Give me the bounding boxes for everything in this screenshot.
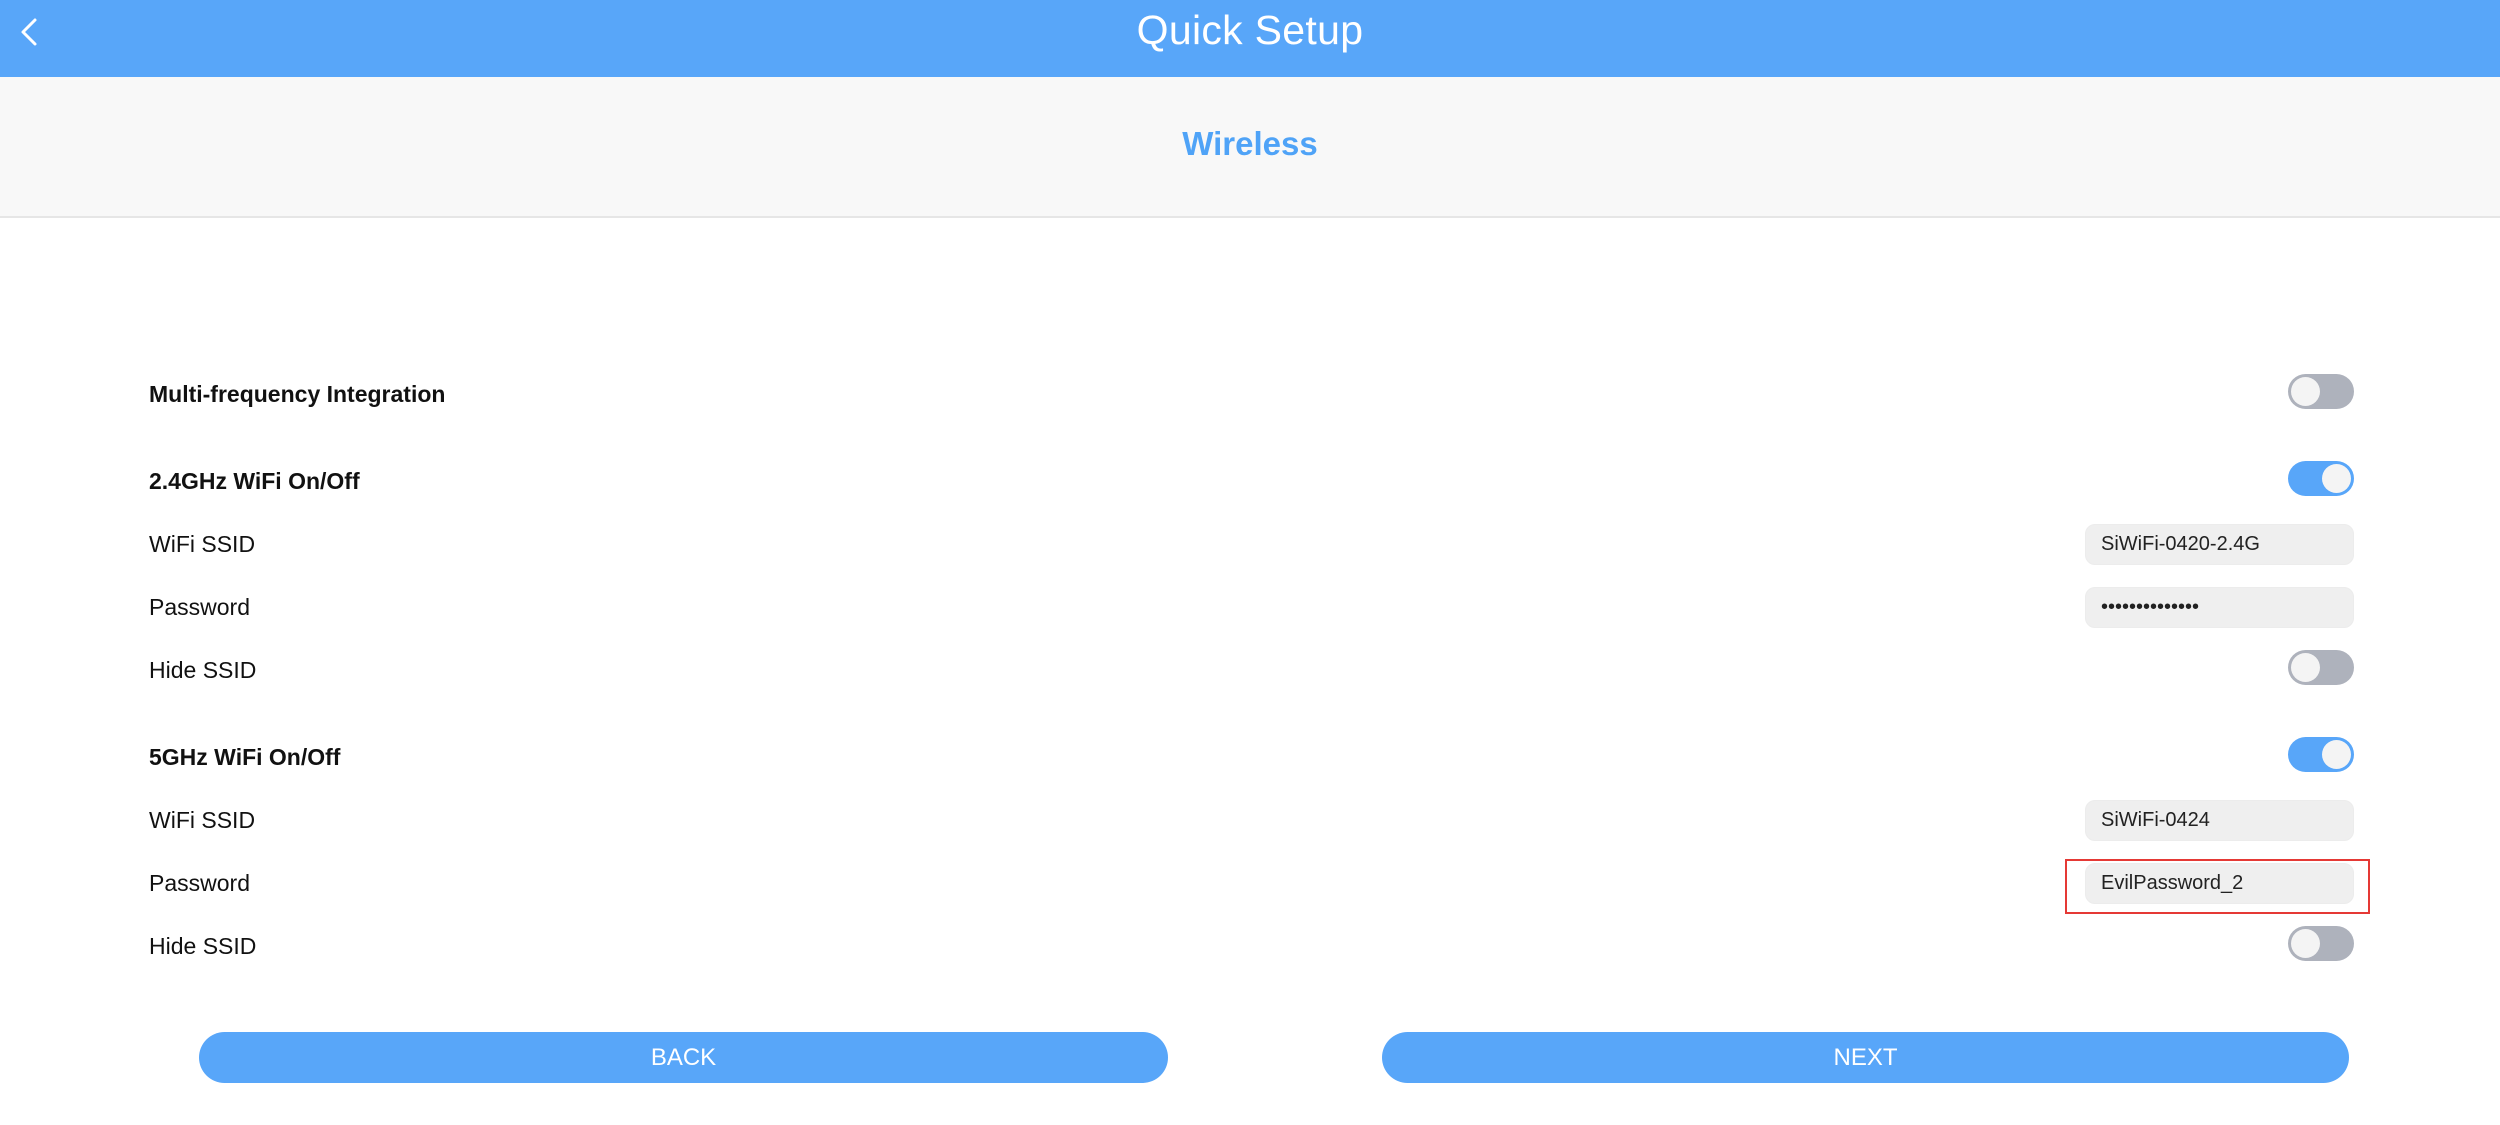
section-title: Wireless [1182,125,1318,162]
wifi-5-password-label: Password [149,870,250,896]
section-header: Wireless [0,77,2500,218]
wifi-24-hide-ssid-toggle[interactable] [2288,650,2354,685]
wifi-5-hide-ssid-toggle[interactable] [2288,926,2354,961]
app-header: Quick Setup [0,0,2500,77]
back-button[interactable]: BACK [199,1032,1168,1083]
wifi-24-toggle[interactable] [2288,461,2354,496]
toggle-knob [2322,464,2351,493]
toggle-knob [2291,929,2320,958]
wifi-24-ssid-input[interactable] [2085,524,2354,565]
multi-frequency-toggle[interactable] [2288,374,2354,409]
multi-frequency-label: Multi-frequency Integration [149,381,446,407]
toggle-knob [2322,740,2351,769]
wifi-5-hide-ssid-label: Hide SSID [149,933,257,959]
wifi-24-label: 2.4GHz WiFi On/Off [149,468,360,494]
toggle-knob [2291,653,2320,682]
wifi-24-password-input[interactable] [2085,587,2354,628]
toggle-knob [2291,377,2320,406]
wifi-5-ssid-label: WiFi SSID [149,807,256,833]
wifi-5-ssid-input[interactable] [2085,800,2354,841]
page-title: Quick Setup [1136,7,1364,53]
wifi-5-label: 5GHz WiFi On/Off [149,744,341,770]
wifi-5-toggle[interactable] [2288,737,2354,772]
wifi-5-password-input[interactable] [2085,863,2354,904]
wifi-24-password-label: Password [149,594,250,620]
next-button[interactable]: NEXT [1382,1032,2349,1083]
wifi-24-ssid-label: WiFi SSID [149,531,256,557]
wifi-24-hide-ssid-label: Hide SSID [149,657,257,683]
